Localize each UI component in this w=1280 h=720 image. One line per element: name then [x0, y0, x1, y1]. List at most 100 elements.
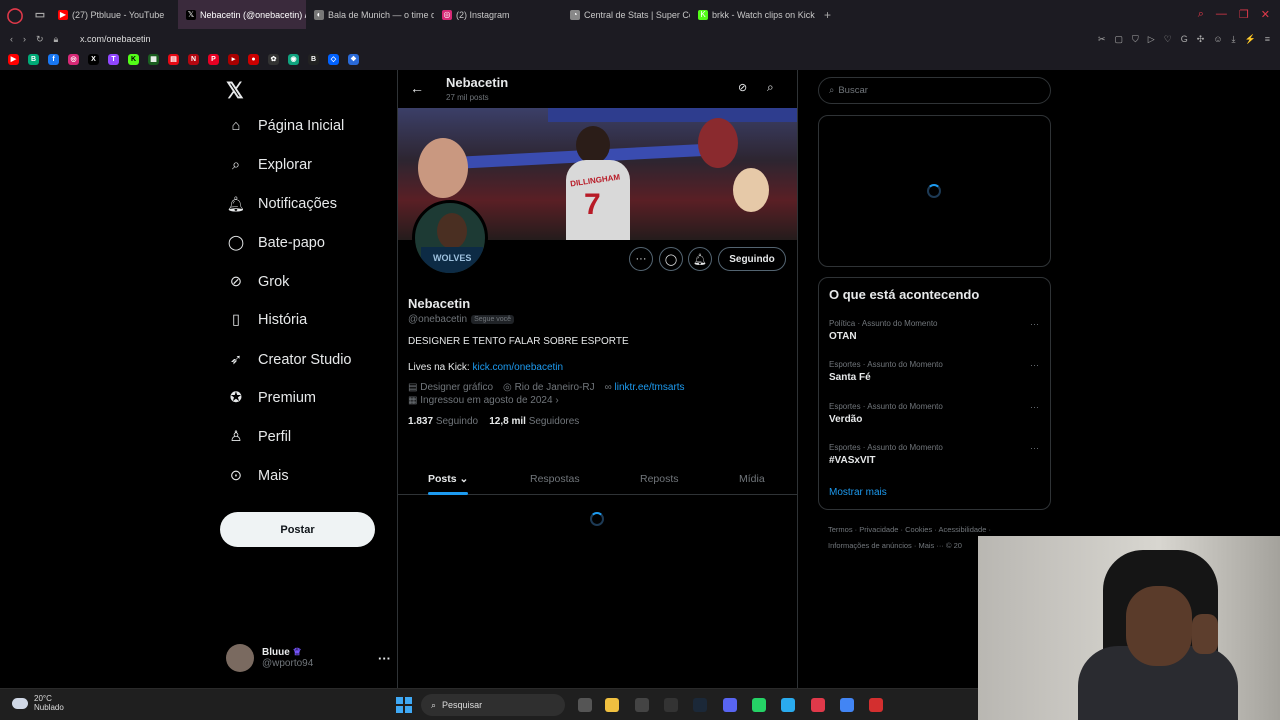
browser-tab[interactable]: ◎ (2) Instagram — [434, 0, 562, 29]
more-icon[interactable]: ··· — [378, 651, 391, 666]
following-button[interactable]: Seguindo — [718, 247, 786, 271]
more-icon[interactable]: ··· — [1030, 443, 1039, 453]
minimize-icon[interactable]: — — [1216, 8, 1227, 21]
tab-reposts[interactable]: Reposts — [640, 473, 679, 485]
more-icon[interactable]: ··· — [1030, 360, 1039, 370]
url-field[interactable]: x.com/onebacetin — [80, 34, 151, 44]
shield-icon[interactable]: ⛉ — [1132, 34, 1139, 45]
opera-gx-icon[interactable] — [811, 698, 825, 712]
steam-icon[interactable] — [693, 698, 707, 712]
followers-stat[interactable]: 12,8 mil Seguidores — [489, 416, 579, 427]
search-icon[interactable]: ⌕ — [767, 80, 774, 95]
joined-row[interactable]: ▦ Ingressou em agosto de 2024 › — [408, 395, 559, 406]
message-button[interactable]: ◯ — [659, 247, 683, 271]
snapshot-icon[interactable]: ✂ — [1098, 34, 1106, 45]
x-logo-icon[interactable]: 𝕏 — [226, 78, 244, 104]
new-tab-icon[interactable]: + — [824, 8, 831, 22]
app-icon[interactable] — [635, 698, 649, 712]
more-options-button[interactable]: ··· — [629, 247, 653, 271]
aria-ai-icon[interactable]: ⚡ — [1245, 34, 1256, 45]
nav-item-creator-studio[interactable]: ➶ Creator Studio — [228, 352, 352, 368]
trend-item[interactable]: Esportes · Assunto do Momento #VASxVIT ··· — [829, 443, 1039, 466]
sheets-bookmark-icon[interactable]: ▦ — [148, 54, 159, 65]
cube-icon[interactable]: ▢ — [1114, 34, 1123, 45]
nav-item-premium[interactable]: ✪ Premium — [228, 390, 316, 406]
opera-logo-icon[interactable]: ◯ — [0, 0, 30, 29]
reload-icon[interactable]: ↻ — [36, 34, 44, 45]
twitch-bookmark-icon[interactable]: T — [108, 54, 119, 65]
grok-icon[interactable]: ⊘ — [738, 81, 747, 94]
youtube-bookmark-icon[interactable]: ▶ — [8, 54, 19, 65]
browser-tab[interactable]: ◔ Central de Stats | Super Co — [562, 0, 690, 29]
discord-icon[interactable] — [723, 698, 737, 712]
extension-g-icon[interactable]: G — [1181, 34, 1188, 45]
task-view-icon[interactable] — [578, 698, 592, 712]
download-icon[interactable]: ⤓ — [1232, 34, 1236, 45]
tab-menu-icon[interactable]: ▭ — [30, 0, 50, 29]
more-icon[interactable]: ··· — [1030, 402, 1039, 412]
back-icon[interactable]: ‹ — [10, 34, 13, 45]
kick-bookmark-icon[interactable]: K — [128, 54, 139, 65]
post-button[interactable]: Postar — [220, 512, 375, 547]
bookmark-teal-icon[interactable]: ◉ — [288, 54, 299, 65]
bookmark-red-icon[interactable]: ▸ — [228, 54, 239, 65]
account-switcher[interactable]: Bluue ♕ @wporto94 ··· — [226, 644, 391, 672]
bookmark-green-icon[interactable]: B — [28, 54, 39, 65]
nav-item-mais[interactable]: ⊙ Mais — [228, 468, 289, 484]
whatsapp-icon[interactable] — [752, 698, 766, 712]
dropbox-bookmark-icon[interactable]: ◇ — [328, 54, 339, 65]
more-icon[interactable]: ··· — [1030, 319, 1039, 329]
tab-media[interactable]: Mídia — [739, 473, 765, 485]
browser-tab[interactable]: ▶ (27) Ptbluue - YouTube — [50, 0, 178, 29]
nav-item-bate-papo[interactable]: ◯ Bate-papo — [228, 235, 325, 251]
weather-widget[interactable]: 20°C Nublado — [12, 694, 64, 712]
close-icon[interactable]: ✕ — [1261, 8, 1270, 21]
menu-icon[interactable]: ≡ — [1265, 34, 1270, 45]
chatgpt-bookmark-icon[interactable]: ✿ — [268, 54, 279, 65]
netflix-bookmark-icon[interactable]: N — [188, 54, 199, 65]
puzzle-icon[interactable]: ✣ — [1197, 34, 1205, 45]
trend-item[interactable]: Política · Assunto do Momento OTAN ··· — [829, 319, 1039, 342]
nav-item-notifica-es[interactable]: 🔔︎ Notificações — [227, 196, 337, 213]
bookmark-blue-icon[interactable]: ❖ — [348, 54, 359, 65]
nav-item-explorar[interactable]: ⌕ Explorar — [228, 157, 312, 173]
windows-start-icon[interactable] — [396, 697, 412, 713]
browser-tab[interactable]: Kbrkk - Watch clips on Kick — [690, 0, 818, 29]
tab-replies[interactable]: Respostas — [530, 473, 580, 485]
trend-item[interactable]: Esportes · Assunto do Momento Santa Fé ··· — [829, 360, 1039, 383]
browser-tab[interactable]: 𝕏 Nebacetin (@onebacetin) / — [178, 0, 306, 29]
notify-button[interactable]: 🔔︎ — [688, 247, 712, 271]
tab-posts[interactable]: Posts ⌄ — [428, 473, 468, 485]
nav-item-p-gina-inicial[interactable]: ⌂ Página Inicial — [228, 118, 345, 134]
bookmark-b-icon[interactable]: B — [308, 54, 319, 65]
instagram-bookmark-icon[interactable]: ◎ — [68, 54, 79, 65]
maximize-icon[interactable]: ❐ — [1239, 8, 1249, 21]
search-tabs-icon[interactable]: ⌕ — [1198, 8, 1204, 21]
profile-icon[interactable]: ☺ — [1213, 34, 1222, 45]
back-arrow-icon[interactable]: ← — [410, 80, 424, 96]
show-more-link[interactable]: Mostrar mais — [829, 487, 887, 498]
telegram-icon[interactable] — [781, 698, 795, 712]
facebook-bookmark-icon[interactable]: f — [48, 54, 59, 65]
nav-item-grok[interactable]: ⊘ Grok — [228, 274, 290, 290]
bookmark-dark-red-icon[interactable]: ● — [248, 54, 259, 65]
x-bookmark-icon[interactable]: X — [88, 54, 99, 65]
following-stat[interactable]: 1.837 Seguindo — [408, 416, 478, 427]
heart-icon[interactable]: ♡ — [1164, 34, 1172, 45]
kick-link[interactable]: kick.com/onebacetin — [472, 362, 563, 373]
taskbar-search[interactable]: ⌕ Pesquisar — [421, 694, 565, 716]
search-input[interactable]: ⌕ Buscar — [818, 77, 1051, 104]
chrome-icon[interactable] — [840, 698, 854, 712]
play-icon[interactable]: ▷ — [1148, 34, 1155, 45]
nav-item-perfil[interactable]: ♙ Perfil — [228, 429, 292, 445]
app-red-icon[interactable] — [869, 698, 883, 712]
file-explorer-icon[interactable] — [605, 698, 619, 712]
epic-games-icon[interactable] — [664, 698, 678, 712]
nav-item-hist-ria[interactable]: ▯ História — [228, 312, 307, 328]
app-bookmark-icon[interactable]: ▤ — [168, 54, 179, 65]
browser-tab[interactable]: ◐ Bala de Munich — o time d — [306, 0, 434, 29]
website-link[interactable]: linktr.ee/tmsarts — [615, 382, 685, 393]
pinterest-bookmark-icon[interactable]: P — [208, 54, 219, 65]
profile-avatar[interactable]: WOLVES — [412, 200, 488, 276]
forward-icon[interactable]: › — [23, 34, 26, 45]
